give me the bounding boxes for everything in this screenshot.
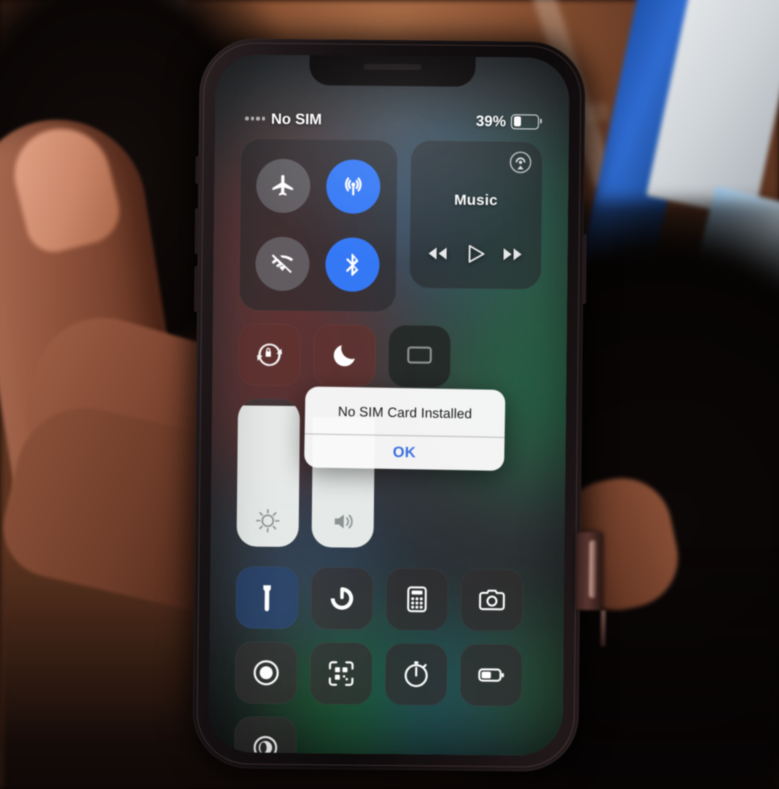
cellular-data-toggle[interactable] xyxy=(326,159,381,214)
mute-switch[interactable] xyxy=(195,155,200,185)
play-button[interactable] xyxy=(463,242,487,271)
moon-icon xyxy=(333,345,355,367)
alert-body: No SIM Card Installed xyxy=(305,386,506,436)
music-title: Music xyxy=(454,191,498,209)
connectivity-module[interactable] xyxy=(238,138,398,313)
screen-mirroring-icon xyxy=(407,346,432,364)
calculator-icon xyxy=(407,586,427,613)
status-bar-right: 39% xyxy=(475,112,540,130)
airplane-icon xyxy=(272,175,294,196)
fast-forward-button[interactable] xyxy=(501,242,525,271)
battery-low-power-icon xyxy=(478,668,504,682)
volume-up-button[interactable] xyxy=(194,207,200,254)
rewind-icon xyxy=(428,247,447,260)
timer-button[interactable] xyxy=(310,567,374,630)
earpiece-speaker xyxy=(363,63,422,71)
power-button[interactable] xyxy=(582,234,587,305)
wifi-toggle[interactable] xyxy=(255,236,310,292)
cellular-antenna-icon xyxy=(345,177,362,196)
rewind-button[interactable] xyxy=(426,241,450,270)
calculator-button[interactable] xyxy=(385,567,449,631)
bluetooth-icon xyxy=(346,253,359,276)
phone-screen: No SIM 39% Music No SIM Card Installed O… xyxy=(208,54,570,756)
dark-mode-button[interactable] xyxy=(234,716,297,756)
screen-mirroring-toggle[interactable] xyxy=(388,324,451,388)
control-center-row-1: Music xyxy=(238,138,543,313)
camera-button[interactable] xyxy=(460,568,524,632)
screen-recording-button[interactable] xyxy=(234,641,298,705)
music-controls xyxy=(409,241,542,271)
flashlight-button[interactable] xyxy=(235,566,299,630)
play-icon xyxy=(468,244,485,263)
no-sim-alert[interactable]: No SIM Card Installed OK xyxy=(304,386,506,471)
airplay-icon[interactable] xyxy=(509,151,532,174)
timer-icon xyxy=(330,587,354,610)
wifi-off-icon xyxy=(271,254,294,274)
camera-icon xyxy=(479,589,505,611)
stopwatch-button[interactable] xyxy=(384,642,448,706)
bluetooth-toggle[interactable] xyxy=(325,237,381,292)
sim-tray-highlight xyxy=(588,540,597,599)
music-widget[interactable]: Music xyxy=(408,140,543,290)
stopwatch-icon xyxy=(404,661,428,688)
alert-ok-button[interactable]: OK xyxy=(304,434,505,470)
signal-dots-icon xyxy=(244,116,266,121)
battery-percent-label: 39% xyxy=(475,112,507,130)
notch xyxy=(309,54,476,87)
volume-icon xyxy=(312,509,374,534)
low-power-mode-button[interactable] xyxy=(459,643,523,707)
shortcuts-row-1 xyxy=(235,566,539,632)
qr-code-icon xyxy=(328,661,354,686)
flashlight-icon xyxy=(263,585,271,612)
shortcuts-row-3 xyxy=(234,716,537,756)
do-not-disturb-toggle[interactable] xyxy=(313,324,376,387)
qr-code-scanner-button[interactable] xyxy=(309,642,373,705)
airplane-mode-toggle[interactable] xyxy=(256,158,311,214)
status-bar: No SIM 39% xyxy=(215,106,569,134)
rotation-lock-icon xyxy=(257,343,283,366)
dark-mode-icon xyxy=(253,735,278,756)
alert-title: No SIM Card Installed xyxy=(337,403,473,422)
fast-forward-icon xyxy=(503,248,522,261)
photo-scene: No SIM 39% Music No SIM Card Installed O… xyxy=(0,0,779,789)
shortcuts-row-2 xyxy=(234,641,538,707)
status-bar-left: No SIM xyxy=(244,110,322,128)
screen-record-icon xyxy=(253,660,279,686)
battery-icon xyxy=(510,113,540,130)
brightness-slider[interactable] xyxy=(236,398,301,548)
phone-device: No SIM 39% Music No SIM Card Installed O… xyxy=(192,37,606,773)
rotation-lock-toggle[interactable] xyxy=(238,323,301,387)
carrier-label: No SIM xyxy=(270,110,322,128)
volume-down-button[interactable] xyxy=(193,265,199,312)
sim-eject-pin xyxy=(600,610,606,647)
brightness-icon xyxy=(237,508,299,533)
